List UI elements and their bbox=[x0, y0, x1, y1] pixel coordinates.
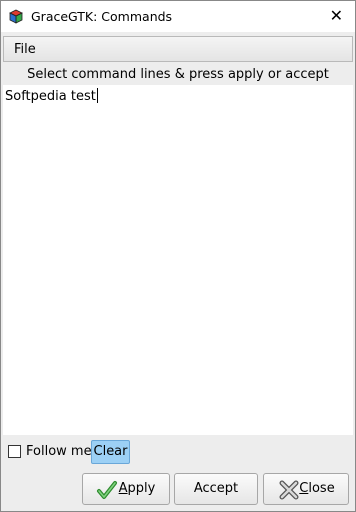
editor-text: Softpedia test bbox=[5, 89, 96, 104]
editor-content[interactable]: Softpedia test bbox=[5, 88, 98, 104]
command-editor[interactable]: Softpedia test bbox=[3, 85, 353, 435]
menu-bar: File bbox=[3, 36, 353, 62]
title-bar: GraceGTK: Commands ✕ bbox=[1, 1, 355, 32]
window-title: GraceGTK: Commands bbox=[31, 9, 173, 24]
text-caret bbox=[96, 88, 98, 103]
dialog-buttons: Apply Accept Close bbox=[1, 471, 355, 507]
apply-button[interactable]: Apply bbox=[82, 473, 170, 505]
commands-window: GraceGTK: Commands ✕ File Select command… bbox=[0, 0, 356, 512]
x-icon bbox=[279, 480, 299, 500]
follow-row: Follow me Clear bbox=[1, 439, 355, 467]
close-window-icon[interactable]: ✕ bbox=[330, 6, 343, 26]
accept-button[interactable]: Accept bbox=[174, 473, 258, 505]
instruction-label: Select command lines & press apply or ac… bbox=[27, 67, 329, 82]
gracegtk-cube-icon bbox=[9, 9, 23, 24]
follow-me-checkbox[interactable] bbox=[8, 445, 21, 458]
check-icon bbox=[97, 481, 117, 499]
close-button[interactable]: Close bbox=[263, 473, 349, 505]
clear-button[interactable]: Clear bbox=[91, 440, 130, 464]
menu-file[interactable]: File bbox=[14, 42, 36, 57]
follow-me-label[interactable]: Follow me bbox=[26, 444, 92, 459]
